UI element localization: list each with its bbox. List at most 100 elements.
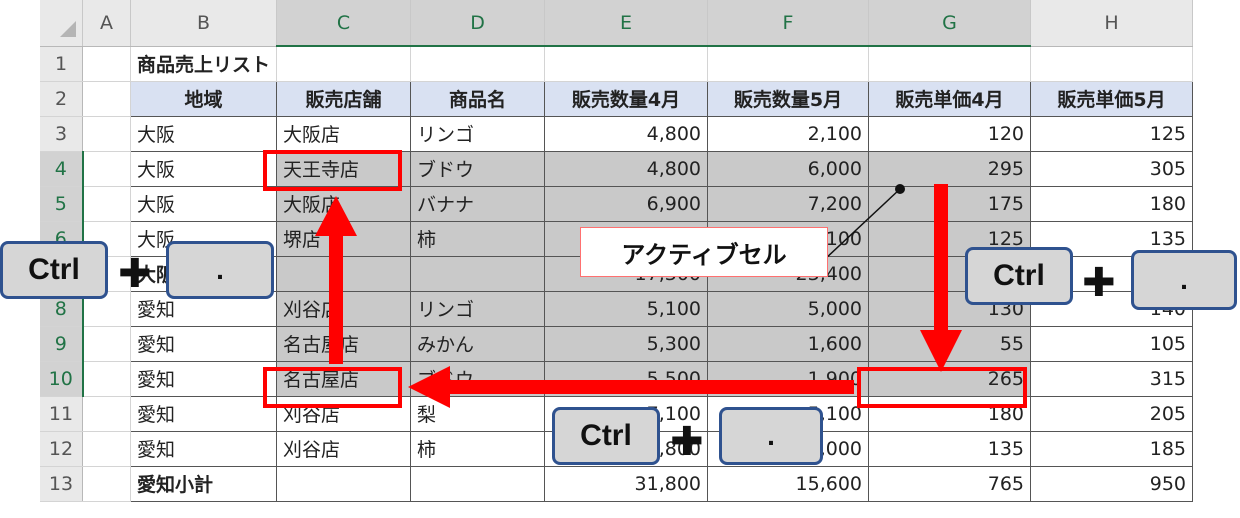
- arrow-down-icon: [920, 184, 962, 372]
- sheet-cell[interactable]: 大阪: [129, 115, 278, 152]
- sheet-cell[interactable]: 31,800: [544, 465, 709, 502]
- sheet-cell[interactable]: 180: [1030, 185, 1194, 222]
- period-key: .: [719, 407, 823, 465]
- table-header-cell[interactable]: 販売単価4月: [868, 80, 1032, 117]
- sheet-row: 13 愛知小計 31,800 15,600 765 950: [40, 465, 1194, 502]
- sheet-cell[interactable]: 4,800: [544, 150, 709, 187]
- row-header[interactable]: 5: [40, 186, 84, 222]
- sheet-cell[interactable]: [82, 46, 131, 82]
- sheet-cell[interactable]: 205: [1030, 395, 1194, 432]
- sheet-cell[interactable]: 135: [868, 430, 1032, 467]
- sheet-row: 3 大阪 大阪店 リンゴ 4,800 2,100 120 125: [40, 115, 1194, 152]
- sheet-cell[interactable]: [410, 255, 546, 292]
- sheet-cell[interactable]: バナナ: [410, 185, 546, 222]
- sheet-cell[interactable]: [868, 46, 1032, 82]
- column-header[interactable]: H: [1030, 0, 1194, 47]
- sheet-cell[interactable]: [276, 465, 412, 502]
- sheet-cell[interactable]: [82, 186, 131, 222]
- row-header[interactable]: 4: [40, 151, 84, 187]
- row-header[interactable]: 1: [40, 46, 83, 82]
- highlight-box-tennoji: [263, 150, 402, 191]
- table-header-cell[interactable]: 地域: [129, 80, 278, 117]
- sheet-row: 1 商品売上リスト: [40, 46, 1194, 82]
- column-header[interactable]: C: [276, 0, 412, 47]
- row-header[interactable]: 2: [40, 81, 83, 117]
- sheet-cell[interactable]: 125: [1030, 115, 1194, 152]
- plus-icon: ✚: [1082, 260, 1116, 306]
- sheet-cell[interactable]: 5,100: [544, 290, 709, 327]
- sheet-cell[interactable]: 大阪: [129, 185, 278, 222]
- sheet-cell[interactable]: [544, 46, 709, 82]
- column-header[interactable]: E: [544, 0, 709, 47]
- sheet-cell[interactable]: 愛知: [129, 325, 278, 362]
- row-header[interactable]: 10: [40, 361, 84, 397]
- sheet-cell[interactable]: 商品売上リスト: [130, 46, 278, 82]
- sheet-cell[interactable]: [1030, 46, 1194, 82]
- select-all-corner[interactable]: [40, 0, 83, 47]
- sheet-cell[interactable]: 柿: [410, 220, 546, 257]
- sheet-cell[interactable]: 愛知: [129, 430, 278, 467]
- sheet-cell[interactable]: リンゴ: [410, 115, 546, 152]
- column-header[interactable]: G: [868, 0, 1032, 47]
- plus-icon: ✚: [118, 251, 152, 297]
- table-header-cell[interactable]: 販売店舗: [276, 80, 412, 117]
- column-header[interactable]: D: [410, 0, 546, 47]
- row-header[interactable]: 11: [40, 396, 83, 432]
- sheet-cell[interactable]: 120: [868, 115, 1032, 152]
- sheet-cell[interactable]: 950: [1030, 465, 1194, 502]
- sheet-cell[interactable]: 柿: [410, 430, 546, 467]
- sheet-cell[interactable]: [82, 396, 131, 432]
- column-header[interactable]: A: [82, 0, 131, 47]
- sheet-cell[interactable]: リンゴ: [410, 290, 546, 327]
- row-header[interactable]: 12: [40, 431, 83, 467]
- sheet-cell[interactable]: [82, 466, 131, 502]
- sheet-cell[interactable]: [410, 46, 546, 82]
- sheet-cell[interactable]: [82, 431, 131, 467]
- sheet-cell[interactable]: 1,600: [707, 325, 870, 362]
- sheet-cell[interactable]: 5,000: [707, 290, 870, 327]
- row-header[interactable]: 9: [40, 326, 84, 362]
- sheet-cell[interactable]: 愛知: [129, 360, 278, 397]
- sheet-cell[interactable]: 105: [1030, 325, 1194, 362]
- sheet-cell[interactable]: 刈谷店: [276, 430, 412, 467]
- row-header[interactable]: 3: [40, 116, 83, 152]
- ctrl-key: Ctrl: [0, 241, 108, 299]
- sheet-cell[interactable]: 765: [868, 465, 1032, 502]
- sheet-cell[interactable]: 6,900: [544, 185, 709, 222]
- table-header-cell[interactable]: 販売数量5月: [707, 80, 870, 117]
- row-header[interactable]: 13: [40, 466, 83, 502]
- sheet-cell[interactable]: [82, 326, 131, 362]
- sheet-cell[interactable]: [276, 46, 412, 82]
- column-header-row: A B C D E F G H: [40, 0, 1194, 47]
- sheet-cell[interactable]: [707, 46, 870, 82]
- period-key: .: [166, 241, 274, 299]
- sheet-cell[interactable]: [82, 361, 131, 397]
- sheet-cell[interactable]: 315: [1030, 360, 1194, 397]
- sheet-cell[interactable]: 15,600: [707, 465, 870, 502]
- callout-leader-line: [823, 184, 905, 261]
- sheet-cell[interactable]: 305: [1030, 150, 1194, 187]
- table-header-cell[interactable]: [82, 81, 131, 117]
- sheet-cell[interactable]: 愛知小計: [129, 465, 278, 502]
- table-header-cell[interactable]: 商品名: [410, 80, 546, 117]
- arrow-left-icon: [408, 366, 854, 408]
- sheet-cell[interactable]: [82, 151, 131, 187]
- sheet-cell[interactable]: [82, 116, 131, 152]
- sheet-cell[interactable]: みかん: [410, 325, 546, 362]
- column-header[interactable]: F: [707, 0, 870, 47]
- sheet-cell[interactable]: 185: [1030, 430, 1194, 467]
- sheet-cell[interactable]: 大阪: [129, 150, 278, 187]
- sheet-cell[interactable]: [410, 465, 546, 502]
- sheet-cell[interactable]: 5,300: [544, 325, 709, 362]
- sheet-cell[interactable]: ブドウ: [410, 150, 546, 187]
- table-header-cell[interactable]: 販売数量4月: [544, 80, 709, 117]
- sheet-cell[interactable]: 4,800: [544, 115, 709, 152]
- column-header[interactable]: B: [130, 0, 278, 47]
- sheet-cell[interactable]: 2,100: [707, 115, 870, 152]
- sheet-cell[interactable]: 愛知: [129, 395, 278, 432]
- period-key: .: [1131, 250, 1237, 310]
- plus-icon: ✚: [670, 419, 704, 465]
- sheet-cell[interactable]: 大阪店: [276, 115, 412, 152]
- select-all-triangle-icon: [60, 21, 76, 38]
- table-header-cell[interactable]: 販売単価5月: [1030, 80, 1194, 117]
